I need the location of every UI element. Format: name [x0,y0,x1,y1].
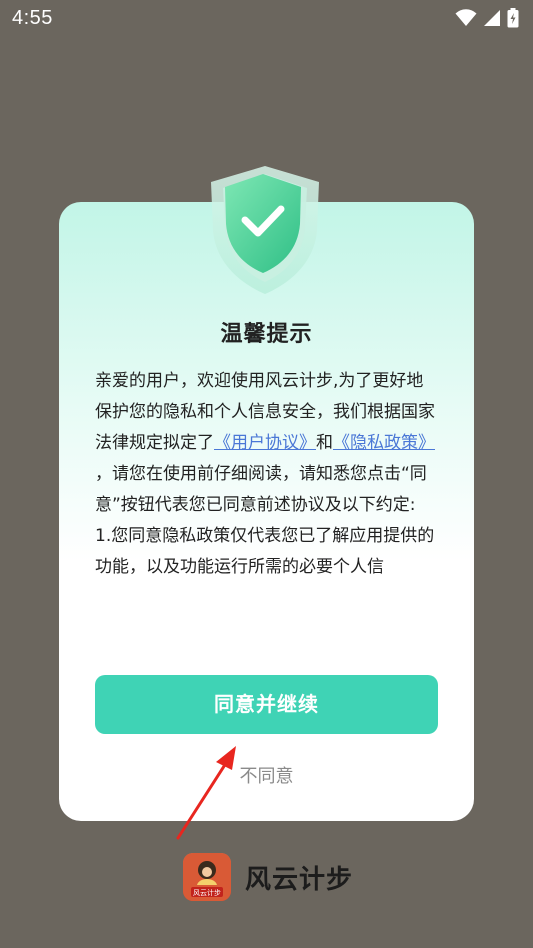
status-bar: 4:55 [0,0,533,36]
dialog-body-item-1: 1.您同意隐私政策仅代表您已了解应用提供的功能，以及功能运行所需的必要个人信 [95,526,435,577]
dialog-title: 温馨提示 [220,322,313,347]
battery-charging-icon [507,8,519,28]
wifi-icon [455,9,477,26]
app-name: 风云计步 [245,864,354,895]
annotation-arrow-icon [176,746,236,840]
disagree-button[interactable]: 不同意 [59,762,474,788]
dialog-body-and: 和 [316,433,333,453]
privacy-policy-link[interactable]: 《隐私政策》 [333,433,435,453]
status-time: 4:55 [12,7,53,29]
dialog-body-paragraph-1: 亲爱的用户，欢迎使用风云计步,为了更好地保护您的隐私和个人信息安全，我们根据国家… [95,366,440,459]
dialog-body: 亲爱的用户，欢迎使用风云计步,为了更好地保护您的隐私和个人信息安全，我们根据国家… [95,366,440,628]
app-logo: 风云计步 [183,853,231,901]
dialog-body-paragraph-2: ，请您在使用前仔细阅读，请知悉您点击“同意”按钮代表您已同意前述协议及以下约定: [95,464,427,515]
status-icons [455,8,519,28]
app-logo-text: 风云计步 [193,888,221,897]
user-agreement-link[interactable]: 《用户协议》 [214,433,316,453]
shield-check-icon [205,160,325,300]
signal-icon [484,10,500,26]
app-brand: 风云计步 风云计步 [183,852,353,902]
agree-and-continue-button[interactable]: 同意并继续 [95,675,438,734]
